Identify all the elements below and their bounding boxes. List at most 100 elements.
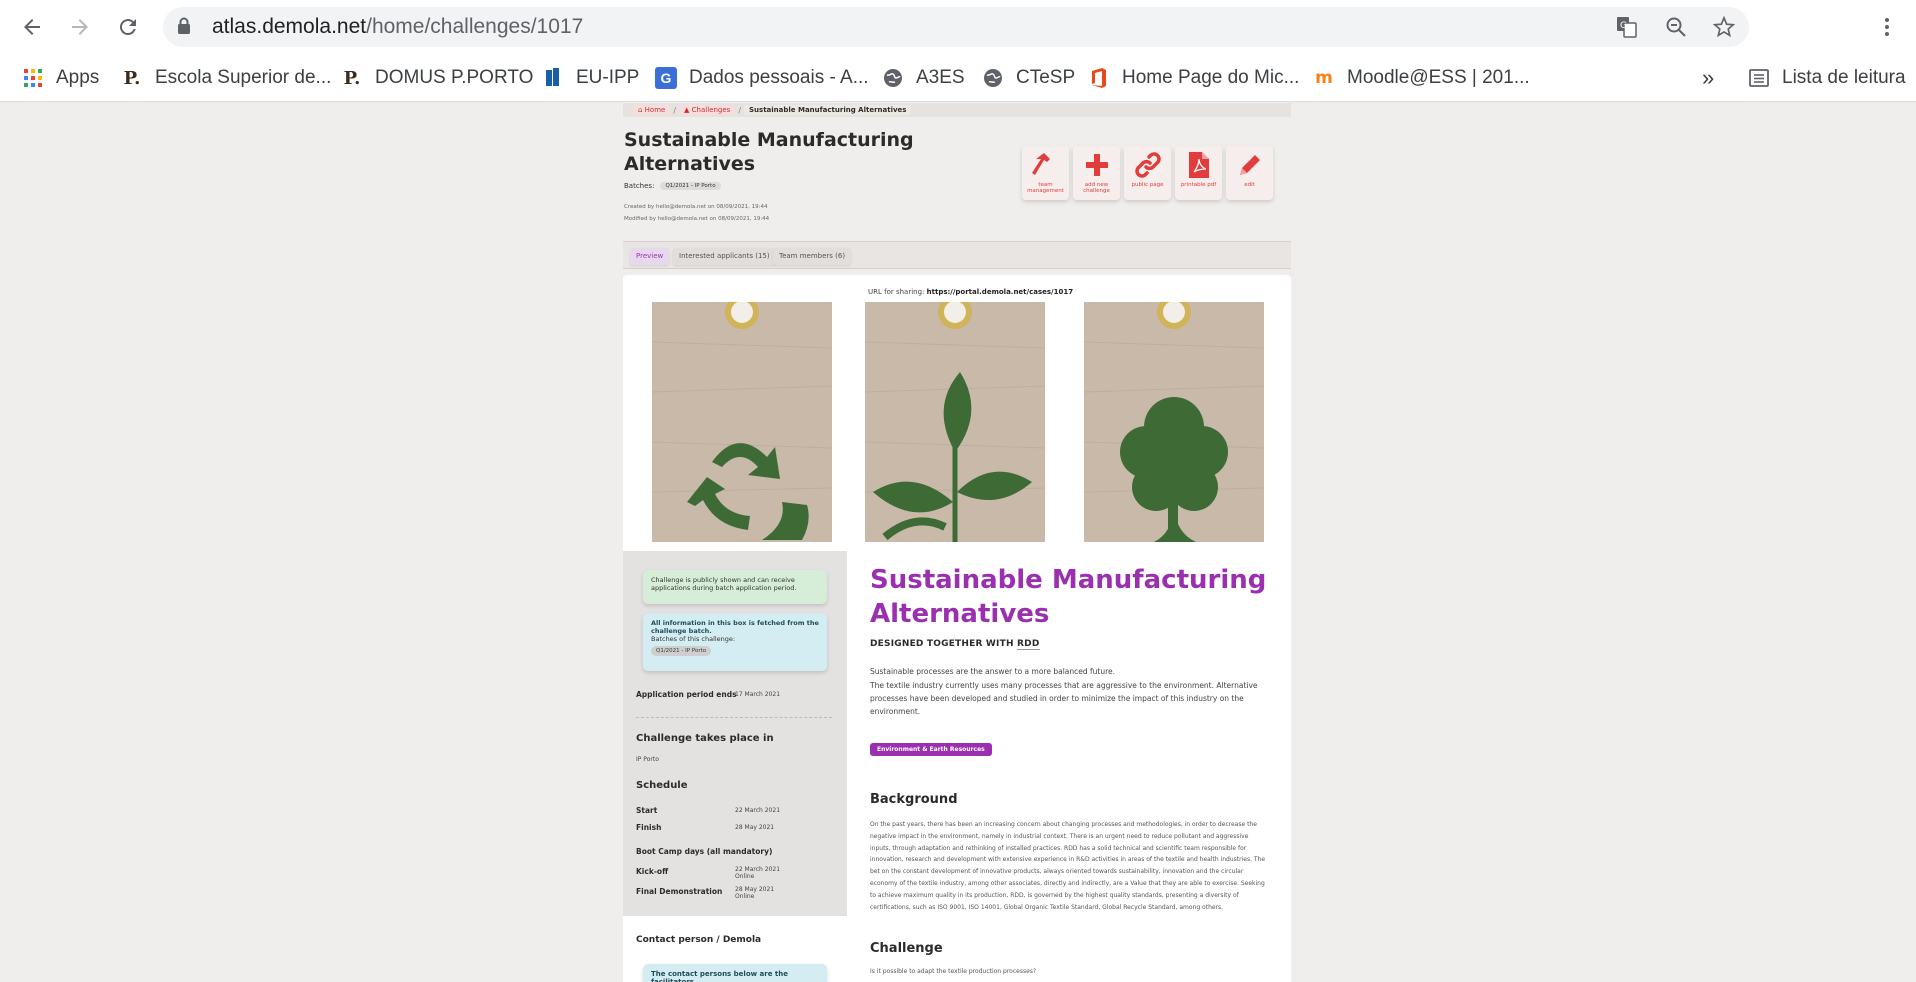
bookmark-apps[interactable]: Apps <box>22 64 99 92</box>
designed-prefix: DESIGNED TOGETHER WITH <box>870 639 1014 649</box>
kickoff-mode: Online <box>735 873 755 880</box>
public-status-note: Challenge is publicly shown and can rece… <box>643 570 827 604</box>
bookmark-ctesp[interactable]: CTeSP <box>982 64 1075 92</box>
finish-label: Finish <box>636 823 662 832</box>
action-label: add new challenge <box>1083 182 1110 194</box>
batch-chip[interactable]: Q1/2021 - IP Porto <box>651 646 712 656</box>
breadcrumb-label: Challenges <box>691 106 731 114</box>
p-logo-icon: P. <box>123 67 141 89</box>
schedule-title: Schedule <box>636 780 688 791</box>
share-link[interactable]: https://portal.demola.net/cases/1017 <box>927 288 1073 296</box>
flask-icon: ▲ <box>684 106 692 114</box>
designed-with: DESIGNED TOGETHER WITH RDD <box>870 639 1040 650</box>
challenge-section-title: Challenge <box>870 941 943 956</box>
bookmark-office[interactable]: Home Page do Mic... <box>1088 64 1299 92</box>
edit-button[interactable]: edit <box>1226 146 1273 200</box>
batch-info-note: All information in this box is fetched f… <box>643 613 827 671</box>
bookmark-a3es[interactable]: A3ES <box>882 64 965 92</box>
share-label: URL for sharing: <box>868 288 925 296</box>
application-ends-label: Application period ends <box>636 690 737 699</box>
tab-bar: Preview Interested applicants (15) Team … <box>623 241 1291 269</box>
breadcrumb-current: Sustainable Manufacturing Alternatives <box>744 105 912 115</box>
breadcrumb-label: Home <box>644 106 666 114</box>
apps-grid-icon <box>22 67 44 89</box>
globe-icon <box>882 67 904 89</box>
tab-team-members[interactable]: Team members (6) <box>773 248 852 265</box>
background-text: On the past years, there has been an inc… <box>870 821 1266 911</box>
home-icon: ⌂ <box>638 106 645 114</box>
bookmark-escola[interactable]: P. Escola Superior de... <box>121 64 332 92</box>
add-new-challenge-button[interactable]: add new challenge <box>1073 146 1120 200</box>
pdf-icon <box>1184 150 1214 180</box>
office-icon <box>1088 67 1110 89</box>
translate-icon[interactable]: G <box>1614 14 1640 40</box>
modified-meta: Modified by hello@demola.net on 08/09/20… <box>624 216 770 222</box>
batch-chip[interactable]: Q1/2021 - IP Porto <box>660 182 721 190</box>
globe-icon <box>982 67 1004 89</box>
batch-info-title: All information in this box is fetched f… <box>651 619 819 635</box>
final-demo-date: 28 May 2021 <box>735 886 775 893</box>
team-management-button[interactable]: team management <box>1022 146 1069 200</box>
batches-label: Batches: <box>624 182 655 190</box>
share-url: URL for sharing: https://portal.demola.n… <box>868 288 1073 296</box>
action-label: printable pdf <box>1180 182 1217 188</box>
pencil-icon <box>1235 150 1265 180</box>
location-title: Challenge takes place in <box>636 733 774 744</box>
kickoff-date: 22 March 2021 <box>735 866 781 873</box>
tree-tag-image <box>1083 295 1265 546</box>
intro-line-1: Sustainable processes are the answer to … <box>870 667 1116 676</box>
kickoff-label: Kick-off <box>636 867 669 876</box>
public-page-button[interactable]: public page <box>1124 146 1171 200</box>
url-text[interactable]: atlas.demola.net/home/challenges/1017 <box>212 15 583 39</box>
kickoff-value: 22 March 2021 Online <box>735 866 780 880</box>
breadcrumb-challenges[interactable]: ▲ Challenges <box>679 105 736 115</box>
divider <box>636 717 832 718</box>
book-icon <box>542 67 564 89</box>
start-label: Start <box>636 806 658 815</box>
zoom-icon[interactable] <box>1663 14 1689 40</box>
category-badge[interactable]: Environment & Earth Resources <box>870 743 992 756</box>
tab-interested-applicants[interactable]: Interested applicants (15) <box>673 248 776 265</box>
action-label: edit <box>1244 182 1255 188</box>
menu-kebab-icon[interactable] <box>1874 14 1900 40</box>
page-title: Sustainable Manufacturing Alternatives <box>624 129 914 175</box>
hammer-icon <box>1031 150 1061 180</box>
bookmark-eu-ipp[interactable]: EU-IPP <box>542 64 639 92</box>
action-buttons: team management add new challenge public… <box>1022 146 1273 200</box>
bookmarks-overflow[interactable]: » <box>1702 64 1714 92</box>
bookmark-star-icon[interactable] <box>1711 14 1737 40</box>
recycle-tag-image <box>651 295 833 546</box>
reading-list-icon <box>1748 67 1770 89</box>
bookmarks-bar: Apps P. Escola Superior de... P. DOMUS P.P… <box>0 54 1916 102</box>
bookmark-domus[interactable]: P. DOMUS P.PORTO <box>341 64 534 92</box>
bookmark-label: Dados pessoais - A... <box>689 67 869 88</box>
application-ends-value: 17 March 2021 <box>735 691 781 698</box>
moodle-icon: m <box>1315 68 1333 88</box>
final-demo-label: Final Demonstration <box>636 887 723 896</box>
breadcrumb-home[interactable]: ⌂ Home <box>633 105 671 115</box>
tab-preview[interactable]: Preview <box>630 248 670 265</box>
bookmark-dados[interactable]: G Dados pessoais - A... <box>655 64 869 92</box>
action-label: public page <box>1131 182 1164 188</box>
lock-icon[interactable] <box>177 17 191 35</box>
bookmark-label: Moodle@ESS | 201... <box>1347 67 1530 88</box>
back-arrow-icon[interactable] <box>16 11 48 43</box>
final-demo-mode: Online <box>735 893 755 900</box>
reading-list[interactable]: Lista de leitura <box>1748 64 1906 92</box>
breadcrumb-separator: / <box>738 105 742 115</box>
forward-arrow-icon[interactable] <box>64 11 96 43</box>
bookmark-moodle[interactable]: m Moodle@ESS | 201... <box>1313 64 1530 92</box>
partner-link[interactable]: RDD <box>1017 639 1040 650</box>
reload-icon[interactable] <box>112 11 144 43</box>
bookmark-label: Apps <box>56 67 100 88</box>
action-label: team management <box>1027 182 1064 194</box>
finish-value: 28 May 2021 <box>735 824 775 831</box>
location-value: IP Porto <box>636 756 659 763</box>
url-host: atlas.demola.net <box>212 15 367 38</box>
intro-paragraph: The textile industry currently uses many… <box>870 681 1258 716</box>
printable-pdf-button[interactable]: printable pdf <box>1175 146 1222 200</box>
g-logo-icon: G <box>655 67 677 89</box>
breadcrumb-separator: / <box>673 105 677 115</box>
batch-info-label: Batches of this challenge: <box>651 635 736 643</box>
bookmark-label: CTeSP <box>1016 67 1076 88</box>
